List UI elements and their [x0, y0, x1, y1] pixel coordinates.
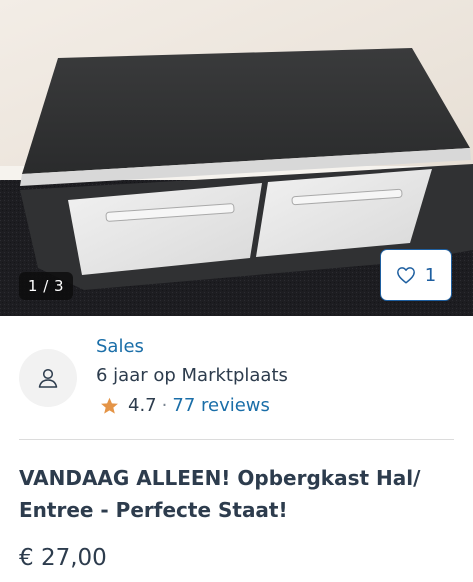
- heart-outline-icon: [396, 267, 415, 284]
- user-icon: [38, 368, 58, 388]
- listing-price: € 27,00: [19, 545, 107, 571]
- rating-separator: ·: [161, 395, 168, 416]
- seller-member-since: 6 jaar op Marktplaats: [96, 365, 288, 386]
- product-photo[interactable]: 1 / 3 1: [0, 0, 473, 316]
- seller-avatar[interactable]: [19, 349, 77, 407]
- listing-title: VANDAAG ALLEEN! Opbergkast Hal/ Entree -…: [19, 466, 421, 522]
- favorite-count: 1: [424, 264, 437, 286]
- rating-value: 4.7: [128, 395, 157, 416]
- divider: [19, 439, 454, 440]
- reviews-link[interactable]: 77 reviews: [172, 395, 270, 416]
- seller-card[interactable]: Sales 6 jaar op Marktplaats 4.7 · 77 rev…: [19, 334, 454, 430]
- seller-name-link[interactable]: Sales: [96, 336, 144, 357]
- seller-rating: 4.7 · 77 reviews: [100, 395, 270, 416]
- image-counter: 1 / 3: [19, 272, 73, 300]
- favorite-button[interactable]: 1: [380, 249, 452, 301]
- star-icon: [101, 397, 118, 414]
